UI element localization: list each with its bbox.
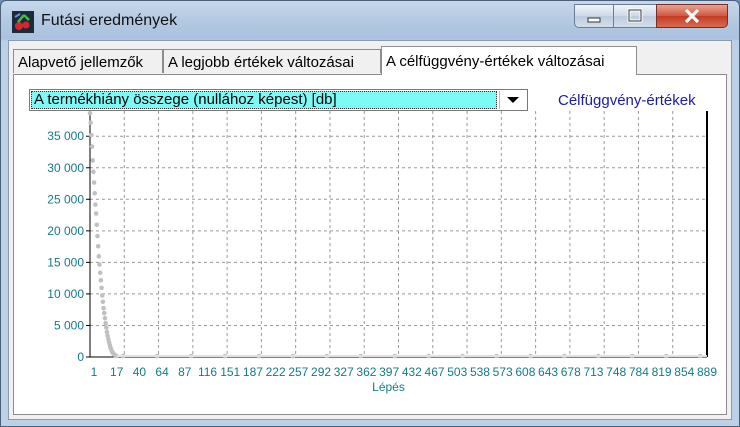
close-icon [684,8,700,24]
x-tick-label: 573 [493,365,513,379]
results-window: Futási eredmények Alapvető jellemzők A l… [0,0,740,427]
data-point [98,278,104,283]
dropdown-button[interactable] [499,91,526,109]
chart-legend: Célfüggvény-értékek [558,92,696,109]
tab-label: Alapvető jellemzők [18,54,144,71]
tab-panel: 0 5 000 10 000 15 000 20 000 25 000 30 000 35 0… [13,74,727,415]
tab-basic-properties[interactable]: Alapvető jellemzők [13,49,163,73]
data-point [103,325,109,330]
data-point [88,120,93,125]
maximize-button[interactable] [613,4,657,28]
data-point [96,254,102,259]
x-tick-label: 819 [652,365,672,379]
tab-objective-values-changes[interactable]: A célfüggvény-értékek változásai [381,46,637,75]
data-point [91,169,96,175]
maximize-icon [627,8,643,23]
x-tick-label: 854 [674,365,694,379]
data-point [95,233,100,239]
x-tick-label: 1 [91,365,98,379]
data-point [99,293,105,298]
data-point [103,320,108,326]
x-tick-label: 467 [425,365,445,379]
measure-select[interactable]: A termékhiány összege (nullához képest) … [29,89,528,111]
data-point [95,243,101,249]
data-point [101,305,106,311]
x-tick-label: 116 [198,365,217,379]
app-icon [12,11,34,33]
x-axis-label: Lépés [372,380,405,394]
x-tick-label: 538 [470,365,490,379]
data-point [97,270,103,276]
data-point [89,132,94,138]
y-tick-label: 35 000 [47,129,84,143]
x-tick-label: 503 [447,365,467,379]
data-point [92,190,98,196]
x-tick-label: 222 [266,365,286,379]
x-tick-label: 889 [697,365,717,379]
y-tick-label: 15 000 [47,255,84,269]
x-tick-label: 40 [133,365,147,379]
x-tick-label: 362 [356,365,376,379]
x-tick-label: 397 [379,365,399,379]
chevron-down-icon [507,97,519,103]
x-tick-label: 151 [220,365,240,379]
data-point [100,299,106,305]
x-tick-label: 257 [288,365,308,379]
x-tick-label: 713 [583,365,603,379]
measure-select-value: A termékhiány összege (nullához képest) … [31,91,497,109]
x-tick-label: 17 [110,365,124,379]
minimize-button[interactable] [574,4,614,28]
data-point [94,222,100,228]
data-point [99,285,104,291]
objective-values-chart: 0 5 000 10 000 15 000 20 000 25 000 30 000 35 0… [47,110,717,394]
data-point [93,202,98,207]
window-client-area: Alapvető jellemzők A legjobb értékek vál… [8,40,732,420]
x-tick-label: 187 [243,365,263,379]
x-tick-label: 87 [178,365,192,379]
data-point [89,144,95,149]
window-title: Futási eredmények [41,12,178,29]
tab-label: A legjobb értékek változásai [168,54,354,71]
data-point [102,315,108,321]
y-tick-label: 30 000 [47,161,84,175]
tab-best-values-changes[interactable]: A legjobb értékek változásai [163,49,381,73]
x-tick-label: 432 [402,365,422,379]
y-tick-label: 0 [77,350,84,364]
x-tick-label: 327 [334,365,354,379]
x-tick-label: 678 [561,365,581,379]
title-bar[interactable]: Futási eredmények [1,1,739,41]
data-point [90,158,96,163]
data-point [93,211,99,216]
x-tick-label: 64 [155,365,169,379]
y-tick-label: 5 000 [54,318,84,332]
y-tick-label: 25 000 [47,192,84,206]
minimize-icon [587,17,601,23]
x-tick-label: 784 [629,365,649,379]
y-tick-label: 10 000 [47,287,84,301]
x-tick-label: 643 [538,365,558,379]
x-tick-label: 608 [515,365,535,379]
data-point [91,180,97,185]
data-point [97,262,102,267]
close-button[interactable] [656,4,728,28]
tab-label: A célfüggvény-értékek változásai [386,53,605,70]
x-tick-label: 748 [606,365,626,379]
x-tick-label: 292 [311,365,331,379]
data-point [101,310,107,316]
data-point [87,110,93,116]
y-tick-label: 20 000 [47,224,84,238]
